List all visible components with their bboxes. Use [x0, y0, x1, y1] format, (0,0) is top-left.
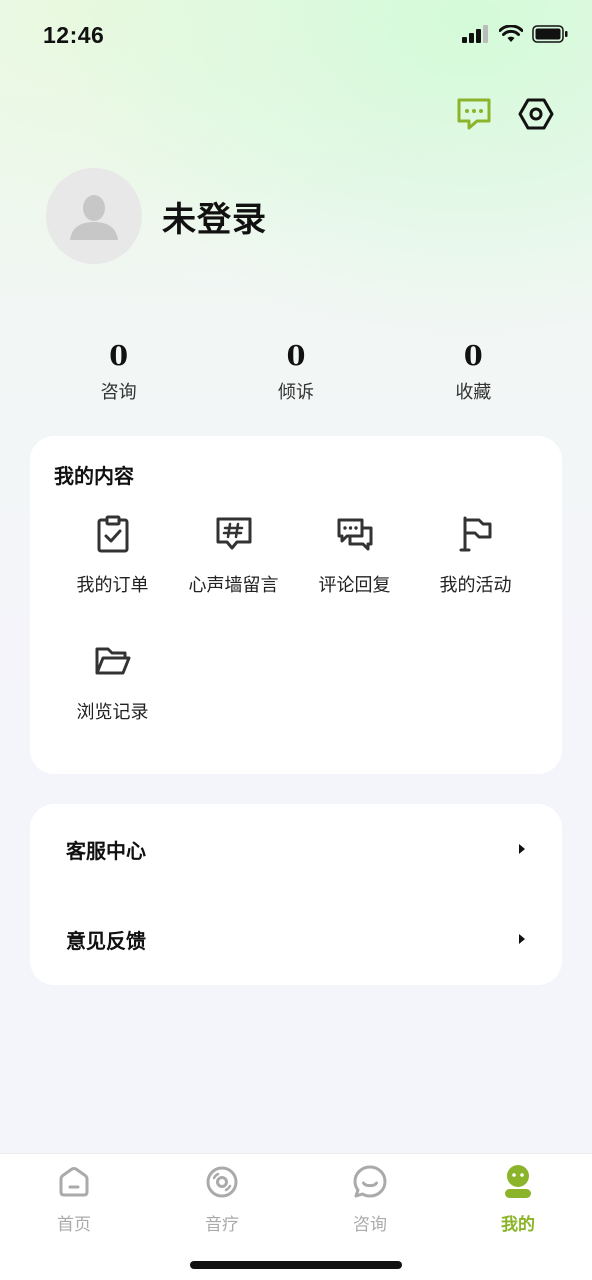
my-content-card: 我的内容 我的订单 心声墙留言 评论回复 我的活动 浏览记录 — [30, 436, 562, 774]
menu-label: 意见反馈 — [66, 928, 146, 953]
my-orders-item[interactable]: 我的订单 — [52, 514, 173, 641]
status-time: 12:46 — [43, 22, 105, 48]
smile-chat-icon — [353, 1165, 387, 1198]
grid-item-label: 浏览记录 — [76, 702, 149, 723]
home-indicator — [190, 1261, 402, 1269]
stat-label: 倾诉 — [277, 382, 314, 403]
my-activities-item[interactable]: 我的活动 — [415, 514, 536, 641]
stat-value: 0 — [463, 341, 483, 372]
flag-icon — [459, 516, 491, 552]
menu-label: 客服中心 — [66, 838, 146, 863]
home-icon — [59, 1166, 89, 1197]
wifi-icon — [499, 25, 523, 42]
my-content-grid: 我的订单 心声墙留言 评论回复 我的活动 浏览记录 — [52, 514, 536, 768]
my-content-title: 我的内容 — [54, 464, 134, 488]
stat-label: 咨询 — [100, 382, 137, 403]
tab-sound-therapy[interactable]: 音疗 — [148, 1162, 296, 1235]
arrow-right-icon — [519, 934, 525, 944]
tab-home[interactable]: 首页 — [0, 1162, 148, 1235]
settings-icon — [518, 98, 554, 130]
user-silhouette-icon — [70, 195, 118, 240]
tab-mine[interactable]: 我的 — [444, 1162, 592, 1235]
tab-label: 咨询 — [353, 1215, 387, 1235]
grid-item-label: 我的活动 — [439, 575, 512, 596]
profile-header[interactable]: 未登录 — [46, 168, 267, 264]
browse-history-item[interactable]: 浏览记录 — [52, 641, 173, 768]
customer-service-row[interactable]: 客服中心 — [30, 804, 562, 894]
battery-icon — [532, 25, 568, 43]
messages-button[interactable] — [454, 94, 494, 134]
username[interactable]: 未登录 — [162, 192, 267, 241]
feedback-row[interactable]: 意见反馈 — [30, 894, 562, 984]
tab-consult[interactable]: 咨询 — [296, 1162, 444, 1235]
grid-item-label: 评论回复 — [318, 575, 391, 596]
status-bar: 12:46 — [0, 0, 592, 70]
arrow-right-icon — [519, 844, 525, 854]
folder-open-icon — [95, 647, 130, 675]
menu-card: 客服中心 意见反馈 — [30, 804, 562, 985]
grid-item-label: 心声墙留言 — [188, 575, 279, 596]
tab-label: 首页 — [57, 1215, 91, 1235]
comment-reply-item[interactable]: 评论回复 — [294, 514, 415, 641]
voice-wall-item[interactable]: 心声墙留言 — [173, 514, 294, 641]
signal-icon — [462, 25, 488, 43]
avatar[interactable] — [46, 168, 142, 264]
stat-favorites[interactable]: 0 收藏 — [385, 340, 562, 404]
chat-bubbles-icon — [337, 518, 372, 551]
stat-confide[interactable]: 0 倾诉 — [207, 340, 384, 404]
stats-row: 0 咨询 0 倾诉 0 收藏 — [30, 340, 562, 404]
tab-bar: 首页 音疗 咨询 我的 — [0, 1153, 592, 1280]
message-icon — [457, 98, 491, 130]
disc-icon — [206, 1166, 238, 1198]
stat-consult[interactable]: 0 咨询 — [30, 340, 207, 404]
clipboard-check-icon — [97, 515, 128, 553]
settings-button[interactable] — [516, 94, 556, 134]
tab-label: 音疗 — [205, 1215, 239, 1235]
stat-value: 0 — [286, 341, 306, 372]
grid-item-label: 我的订单 — [76, 575, 149, 596]
status-icons — [462, 25, 568, 43]
profile-icon — [505, 1165, 531, 1198]
tab-label: 我的 — [501, 1215, 535, 1235]
stat-value: 0 — [109, 341, 129, 372]
hashtag-message-icon — [216, 517, 251, 550]
top-actions — [454, 94, 556, 134]
stat-label: 收藏 — [455, 382, 492, 403]
